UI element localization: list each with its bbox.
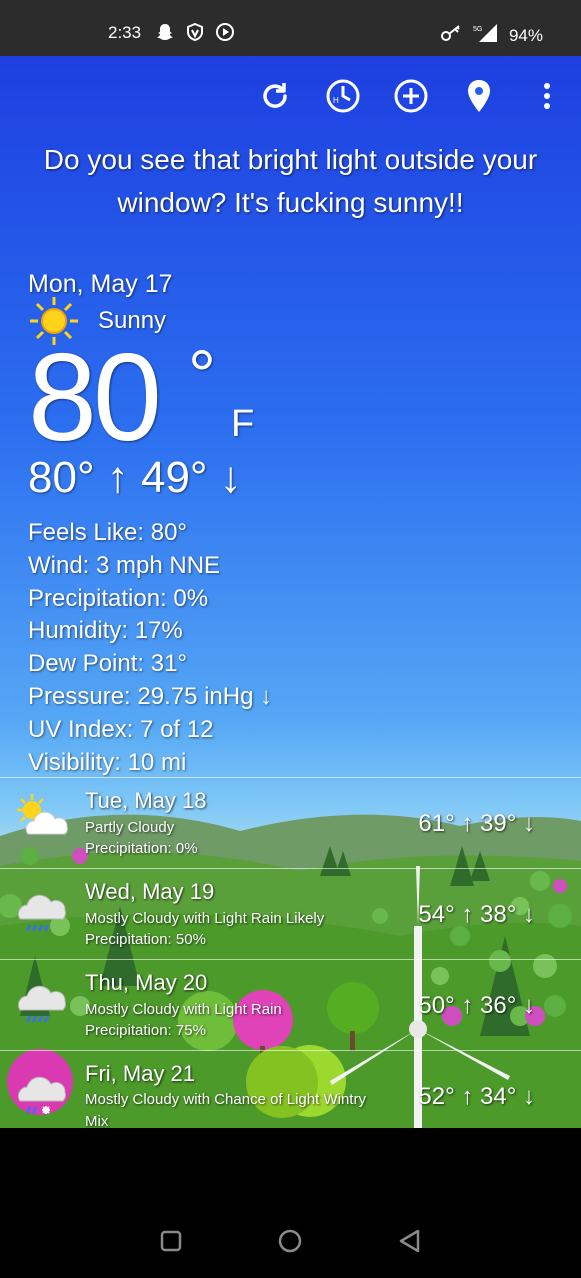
network-type: 5G: [473, 26, 482, 33]
forecast-row[interactable]: Wed, May 19 Mostly Cloudy with Light Rai…: [0, 868, 581, 959]
dew-point: Dew Point: 31°: [28, 650, 188, 678]
signal-5g-icon: 5G: [473, 23, 499, 48]
forecast-date: Thu, May 20: [85, 970, 208, 995]
history-button[interactable]: H: [309, 76, 377, 116]
add-icon: [394, 79, 428, 113]
navigation-bar: [0, 1128, 581, 1278]
forecast-row[interactable]: Tue, May 18 Partly Cloudy Precipitation:…: [0, 777, 581, 868]
recents-icon: [160, 1230, 182, 1252]
forecast-row[interactable]: Thu, May 20 Mostly Cloudy with Light Rai…: [0, 959, 581, 1050]
status-left-icons: [155, 22, 235, 47]
forecast-precipitation: Precipitation: 0%: [85, 840, 198, 857]
uv-index: UV Index: 7 of 12: [28, 715, 214, 743]
forecast-description: Mostly Cloudy with Chance of Light Wintr…: [85, 1091, 366, 1128]
forecast-date: Wed, May 19: [85, 879, 215, 904]
precipitation: Precipitation: 0%: [28, 584, 209, 612]
forecast-description: Mostly Cloudy with Light Rain Likely: [85, 910, 325, 927]
svg-text:H: H: [333, 96, 339, 105]
location-pin-icon: [468, 80, 490, 112]
weather-quote: Do you see that bright light outside you…: [43, 144, 538, 218]
current-conditions: Mon, May 17 Sunny 80 ° F 80° ↑ 49° ↓ Fee…: [28, 270, 272, 779]
history-icon: H: [326, 79, 360, 113]
cloud-rain-icon: [17, 985, 66, 1023]
battery-level: 94%: [508, 25, 543, 45]
forecast-precipitation: Precipitation: 50%: [85, 931, 206, 948]
refresh-icon: [263, 83, 287, 108]
forecast-hi-lo: 54° ↑ 38° ↓: [418, 901, 535, 928]
home-icon: [278, 1229, 302, 1253]
partly-cloudy-icon: [17, 794, 68, 835]
temperature-unit: F: [231, 403, 255, 445]
back-button[interactable]: [397, 1228, 423, 1254]
degree-symbol: °: [188, 336, 216, 414]
status-bar: 2:33 5G 94%: [0, 0, 581, 56]
wind: Wind: 3 mph NNE: [28, 551, 221, 579]
current-temperature: 80 ° F: [28, 336, 272, 460]
feels-like: Feels Like: 80°: [28, 519, 188, 546]
back-icon: [399, 1229, 420, 1253]
add-location-button[interactable]: [377, 76, 445, 116]
cloud-wintry-mix-icon: [17, 1076, 66, 1114]
forecast-list: Tue, May 18 Partly Cloudy Precipitation:…: [0, 777, 581, 1128]
key-icon: [440, 24, 463, 47]
more-vert-icon: [544, 83, 550, 109]
status-right-icons: 5G 94%: [440, 23, 543, 48]
current-details: Feels Like: 80° Wind: 3 mph NNE Precipit…: [28, 517, 272, 779]
visibility: Visibility: 10 mi: [28, 748, 187, 776]
home-button[interactable]: [277, 1228, 303, 1254]
cloud-rain-icon: [17, 894, 66, 932]
toolbar: H: [241, 76, 581, 116]
refresh-button[interactable]: [241, 76, 309, 116]
forecast-description: Mostly Cloudy with Light Rain: [85, 1001, 282, 1018]
forecast-precipitation: Precipitation: 75%: [85, 1022, 206, 1039]
recents-button[interactable]: [158, 1228, 184, 1254]
forecast-description: Partly Cloudy: [85, 819, 175, 836]
temperature-value: 80: [28, 329, 162, 467]
pressure: Pressure: 29.75 inHg ↓: [28, 682, 273, 710]
weather-main: H Do you see that bright light outside y…: [0, 56, 581, 1128]
forecast-date: Fri, May 21: [85, 1061, 196, 1086]
status-time: 2:33: [108, 23, 142, 42]
forecast-date: Tue, May 18: [85, 788, 207, 813]
forecast-hi-lo: 52° ↑ 34° ↓: [418, 1083, 535, 1110]
snapchat-icon: [155, 22, 175, 47]
forecast-hi-lo: 61° ↑ 39° ↓: [418, 810, 535, 837]
forecast-row[interactable]: Fri, May 21 Mostly Cloudy with Chance of…: [0, 1050, 581, 1128]
more-options-button[interactable]: [513, 76, 581, 116]
location-button[interactable]: [445, 76, 513, 116]
media-icon: [215, 22, 235, 47]
humidity: Humidity: 17%: [28, 617, 183, 645]
forecast-hi-lo: 50° ↑ 36° ↓: [418, 992, 535, 1019]
vpn-shield-icon: [185, 22, 205, 47]
